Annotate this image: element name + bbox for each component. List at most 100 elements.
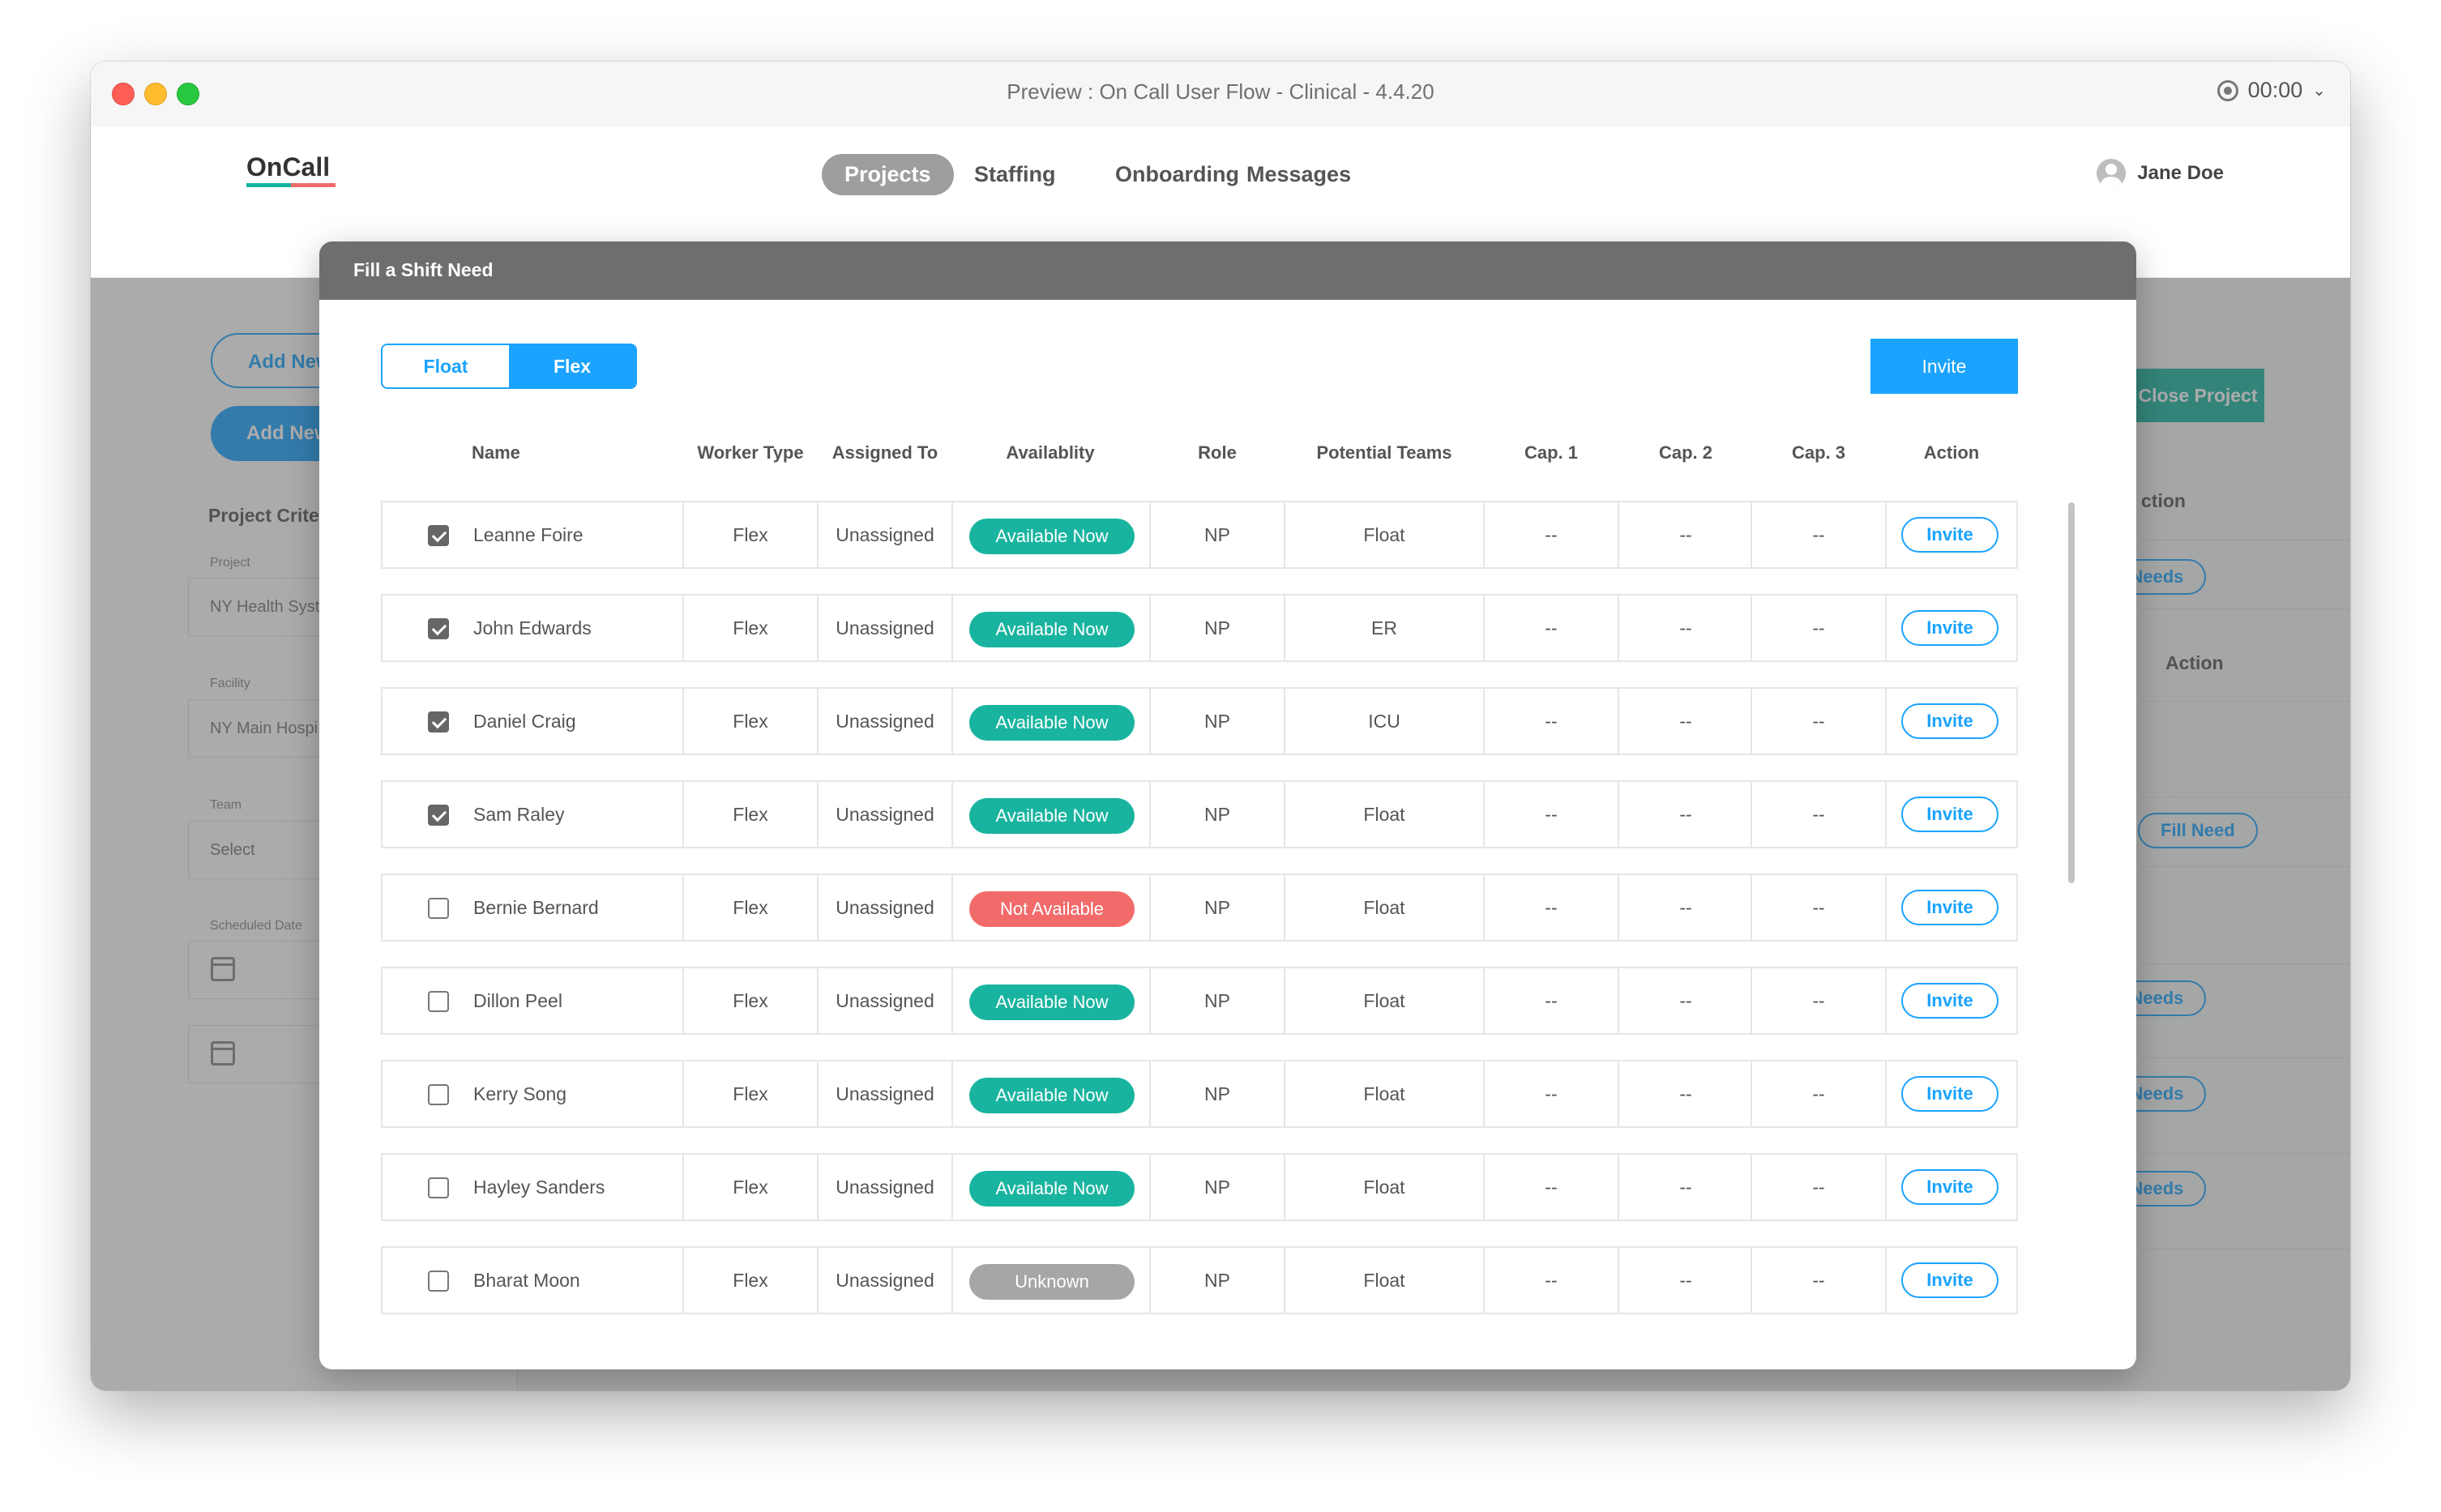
role: NP bbox=[1204, 524, 1230, 545]
row-invite-button[interactable]: Invite bbox=[1901, 1262, 1999, 1298]
title-bar: Preview : On Call User Flow - Clinical -… bbox=[91, 62, 2350, 127]
user-name: Jane Doe bbox=[2137, 162, 2224, 184]
role: NP bbox=[1204, 897, 1230, 918]
row-invite-button[interactable]: Invite bbox=[1901, 983, 1999, 1019]
modal-title: Fill a Shift Need bbox=[319, 241, 2136, 300]
potential-team: Float bbox=[1363, 1083, 1405, 1104]
cap-2: -- bbox=[1679, 897, 1692, 918]
assigned-to: Unassigned bbox=[836, 1177, 934, 1198]
worker-type: Flex bbox=[733, 1270, 768, 1291]
cap-3: -- bbox=[1812, 1270, 1825, 1291]
availability-badge: Available Now bbox=[969, 1078, 1135, 1113]
row-checkbox[interactable] bbox=[428, 711, 449, 733]
worker-name: Bharat Moon bbox=[473, 1270, 580, 1291]
column-header-name: Name bbox=[472, 442, 520, 463]
cap-2: -- bbox=[1679, 1083, 1692, 1104]
worker-type: Flex bbox=[733, 711, 768, 732]
availability-badge: Available Now bbox=[969, 798, 1135, 834]
row-invite-button[interactable]: Invite bbox=[1901, 797, 1999, 832]
availability-badge: Available Now bbox=[969, 1171, 1135, 1207]
cap-3: -- bbox=[1812, 990, 1825, 1011]
potential-team: ER bbox=[1371, 617, 1397, 639]
user-menu[interactable]: Jane Doe bbox=[2097, 159, 2224, 188]
column-header-cap-2: Cap. 2 bbox=[1658, 442, 1713, 463]
potential-team: Float bbox=[1363, 990, 1405, 1011]
potential-team: ICU bbox=[1368, 711, 1400, 732]
chevron-down-icon: ⌄ bbox=[2312, 82, 2326, 100]
row-checkbox[interactable] bbox=[428, 805, 449, 826]
column-header-cap-1: Cap. 1 bbox=[1524, 442, 1579, 463]
recording-timer[interactable]: 00:00 ⌄ bbox=[2217, 78, 2326, 103]
cap-3: -- bbox=[1812, 524, 1825, 545]
assigned-to: Unassigned bbox=[836, 711, 934, 732]
row-invite-button[interactable]: Invite bbox=[1901, 890, 1999, 925]
logo-underline bbox=[246, 183, 336, 187]
assigned-to: Unassigned bbox=[836, 617, 934, 639]
row-checkbox[interactable] bbox=[428, 1177, 449, 1198]
availability-badge: Available Now bbox=[969, 985, 1135, 1020]
invite-selected-button[interactable]: Invite bbox=[1870, 339, 2018, 394]
role: NP bbox=[1204, 804, 1230, 825]
worker-name: Sam Raley bbox=[473, 804, 565, 825]
row-checkbox[interactable] bbox=[428, 898, 449, 919]
assigned-to: Unassigned bbox=[836, 1083, 934, 1104]
availability-badge: Available Now bbox=[969, 612, 1135, 647]
row-checkbox[interactable] bbox=[428, 991, 449, 1012]
row-invite-button[interactable]: Invite bbox=[1901, 703, 1999, 739]
role: NP bbox=[1204, 711, 1230, 732]
worker-type: Flex bbox=[733, 990, 768, 1011]
worker-type: Flex bbox=[733, 804, 768, 825]
nav-messages[interactable]: Messages bbox=[1224, 154, 1374, 195]
row-checkbox[interactable] bbox=[428, 1271, 449, 1292]
table-row: Hayley Sanders Flex Unassigned Available… bbox=[381, 1153, 2018, 1221]
cap-1: -- bbox=[1545, 1083, 1558, 1104]
row-invite-button[interactable]: Invite bbox=[1901, 1076, 1999, 1112]
worker-type: Flex bbox=[733, 897, 768, 918]
row-checkbox[interactable] bbox=[428, 618, 449, 639]
toggle-float[interactable]: Float bbox=[383, 345, 509, 387]
table-row: Sam Raley Flex Unassigned Available Now … bbox=[381, 780, 2018, 848]
role: NP bbox=[1204, 990, 1230, 1011]
row-checkbox[interactable] bbox=[428, 1084, 449, 1105]
cap-2: -- bbox=[1679, 617, 1692, 639]
nav-staffing[interactable]: Staffing bbox=[951, 154, 1079, 195]
role: NP bbox=[1204, 1270, 1230, 1291]
cap-2: -- bbox=[1679, 804, 1692, 825]
availability-badge: Not Available bbox=[969, 891, 1135, 927]
cap-2: -- bbox=[1679, 524, 1692, 545]
worker-name: Leanne Foire bbox=[473, 524, 584, 545]
table-scrollbar[interactable] bbox=[2068, 502, 2075, 883]
assigned-to: Unassigned bbox=[836, 897, 934, 918]
cap-1: -- bbox=[1545, 1177, 1558, 1198]
row-invite-button[interactable]: Invite bbox=[1901, 1169, 1999, 1205]
row-invite-button[interactable]: Invite bbox=[1901, 610, 1999, 646]
row-invite-button[interactable]: Invite bbox=[1901, 517, 1999, 553]
worker-type: Flex bbox=[733, 1177, 768, 1198]
row-checkbox[interactable] bbox=[428, 525, 449, 546]
table-header: Name Worker Type Assigned To Availablity… bbox=[381, 442, 2018, 475]
potential-team: Float bbox=[1363, 1270, 1405, 1291]
app-logo[interactable]: OnCall bbox=[246, 152, 330, 182]
worker-type: Flex bbox=[733, 1083, 768, 1104]
cap-2: -- bbox=[1679, 1270, 1692, 1291]
worker-name: Kerry Song bbox=[473, 1083, 567, 1104]
availability-badge: Available Now bbox=[969, 519, 1135, 554]
cap-3: -- bbox=[1812, 617, 1825, 639]
worker-type: Flex bbox=[733, 617, 768, 639]
cap-1: -- bbox=[1545, 1270, 1558, 1291]
table-row: Daniel Craig Flex Unassigned Available N… bbox=[381, 687, 2018, 755]
column-header-cap-3: Cap. 3 bbox=[1791, 442, 1846, 463]
table-row: Bernie Bernard Flex Unassigned Not Avail… bbox=[381, 873, 2018, 942]
cap-1: -- bbox=[1545, 617, 1558, 639]
cap-2: -- bbox=[1679, 711, 1692, 732]
table-row: Kerry Song Flex Unassigned Available Now… bbox=[381, 1060, 2018, 1128]
cap-1: -- bbox=[1545, 804, 1558, 825]
toggle-flex[interactable]: Flex bbox=[509, 345, 635, 387]
cap-1: -- bbox=[1545, 897, 1558, 918]
potential-team: Float bbox=[1363, 897, 1405, 918]
potential-team: Float bbox=[1363, 804, 1405, 825]
nav-projects[interactable]: Projects bbox=[822, 154, 954, 195]
potential-team: Float bbox=[1363, 1177, 1405, 1198]
cap-2: -- bbox=[1679, 1177, 1692, 1198]
potential-team: Float bbox=[1363, 524, 1405, 545]
